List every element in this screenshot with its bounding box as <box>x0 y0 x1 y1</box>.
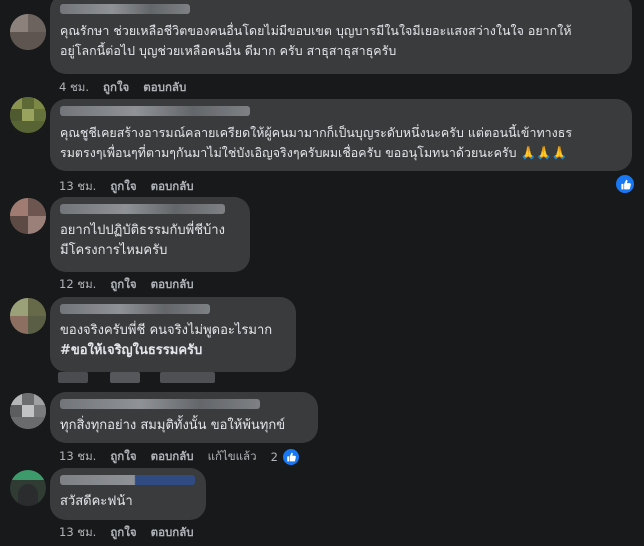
comment-text: ของจริงครับพี่ชี คนจริงไม่พูดอะไรมาก #ขอ… <box>60 321 286 361</box>
comment-line: สวัสดีคะฟน้า <box>60 494 133 509</box>
comment-line: รมตรงๆเพื่อนๆที่ตามๆกันมาไม่ใช่บังเอิญจร… <box>60 145 567 160</box>
reply-button[interactable]: ตอบกลับ <box>143 79 186 97</box>
comment-line: ทุกสิ่งทุกอย่าง สมมุติทั้งนั้น ขอให้พ้นท… <box>60 418 286 433</box>
avatar[interactable] <box>10 470 46 506</box>
blurred-actions <box>58 372 88 383</box>
comment-line: อยู่โลกนี้ต่อไป บุญช่วยเหลือคนอื่น ดีมาก… <box>60 43 397 58</box>
timestamp[interactable]: 13 ชม. <box>59 178 96 196</box>
timestamp[interactable]: 12 ชม. <box>59 276 96 294</box>
like-button[interactable]: ถูกใจ <box>110 524 136 542</box>
comment-bubble: อยากไปปฏิบัติธรรมกับพี่ชีบ้าง มีโครงการไ… <box>50 197 250 272</box>
thumbs-up-icon <box>287 452 296 462</box>
like-button[interactable]: ถูกใจ <box>103 79 129 97</box>
comment-line: คุณชูชีเคยสร้างอารมณ์คลายเครียดให้ผู้คนม… <box>60 125 573 140</box>
edited-label[interactable]: แก้ไขแล้ว <box>208 448 257 466</box>
blurred-author-name[interactable] <box>60 304 210 314</box>
comment-bubble: ของจริงครับพี่ชี คนจริงไม่พูดอะไรมาก #ขอ… <box>50 297 296 372</box>
blurred-author-name[interactable] <box>60 475 195 485</box>
reply-button[interactable]: ตอบกลับ <box>151 276 194 294</box>
reply-button[interactable]: ตอบกลับ <box>151 178 194 196</box>
avatar[interactable] <box>10 198 46 234</box>
like-reaction-badge[interactable] <box>280 447 301 467</box>
like-button[interactable]: ถูกใจ <box>110 448 136 466</box>
blurred-actions <box>110 372 140 383</box>
avatar[interactable] <box>10 97 46 133</box>
comment-actions: 13 ชม. ถูกใจ ตอบกลับ <box>59 524 208 542</box>
avatar[interactable] <box>10 14 46 50</box>
like-button[interactable]: ถูกใจ <box>110 178 136 196</box>
comment-text: คุณชูชีเคยสร้างอารมณ์คลายเครียดให้ผู้คนม… <box>60 123 622 163</box>
comment-actions: 4 ชม. ถูกใจ ตอบกลับ <box>59 79 200 97</box>
comment-line: คุณรักษา ช่วยเหลือชีวิตของคนอื่นโดยไม่มี… <box>60 23 572 38</box>
comment-text: ทุกสิ่งทุกอย่าง สมมุติทั้งนั้น ขอให้พ้นท… <box>60 416 308 436</box>
comment-bubble: คุณชูชีเคยสร้างอารมณ์คลายเครียดให้ผู้คนม… <box>50 99 632 171</box>
reaction-count[interactable]: 2 <box>271 450 278 464</box>
timestamp[interactable]: 4 ชม. <box>59 79 89 97</box>
comment-text: สวัสดีคะฟน้า <box>60 492 196 512</box>
comment-actions: 12 ชม. ถูกใจ ตอบกลับ <box>59 276 208 294</box>
comment-text: คุณรักษา ช่วยเหลือชีวิตของคนอื่นโดยไม่มี… <box>60 21 622 61</box>
timestamp[interactable]: 13 ชม. <box>59 448 96 466</box>
avatar[interactable] <box>10 393 46 429</box>
comment-bubble: ทุกสิ่งทุกอย่าง สมมุติทั้งนั้น ขอให้พ้นท… <box>50 392 318 443</box>
comment-actions: 13 ชม. ถูกใจ ตอบกลับ แก้ไขแล้ว 2 <box>59 447 301 467</box>
comment-line: ของจริงครับพี่ชี คนจริงไม่พูดอะไรมาก <box>60 323 273 338</box>
comment-line: อยากไปปฏิบัติธรรมกับพี่ชีบ้าง <box>60 223 225 238</box>
reply-button[interactable]: ตอบกลับ <box>151 448 194 466</box>
avatar[interactable] <box>10 298 46 334</box>
comment-line: มีโครงการไหมครับ <box>60 243 168 258</box>
blurred-author-name[interactable] <box>60 106 250 116</box>
blurred-actions <box>160 372 215 383</box>
like-reaction-badge[interactable] <box>614 173 636 195</box>
timestamp[interactable]: 13 ชม. <box>59 524 96 542</box>
comment-text: อยากไปปฏิบัติธรรมกับพี่ชีบ้าง มีโครงการไ… <box>60 221 240 261</box>
like-button[interactable]: ถูกใจ <box>110 276 136 294</box>
hashtag-link[interactable]: #ขอให้เจริญในธรรมครับ <box>60 341 286 361</box>
blurred-author-name[interactable] <box>60 4 190 14</box>
comment-bubble: สวัสดีคะฟน้า <box>50 468 206 520</box>
blurred-author-name[interactable] <box>60 399 260 409</box>
thumbs-up-icon <box>620 179 631 189</box>
blurred-author-name[interactable] <box>60 204 225 214</box>
comment-bubble: คุณรักษา ช่วยเหลือชีวิตของคนอื่นโดยไม่มี… <box>50 0 632 74</box>
comment-actions: 13 ชม. ถูกใจ ตอบกลับ <box>59 178 208 196</box>
reply-button[interactable]: ตอบกลับ <box>151 524 194 542</box>
